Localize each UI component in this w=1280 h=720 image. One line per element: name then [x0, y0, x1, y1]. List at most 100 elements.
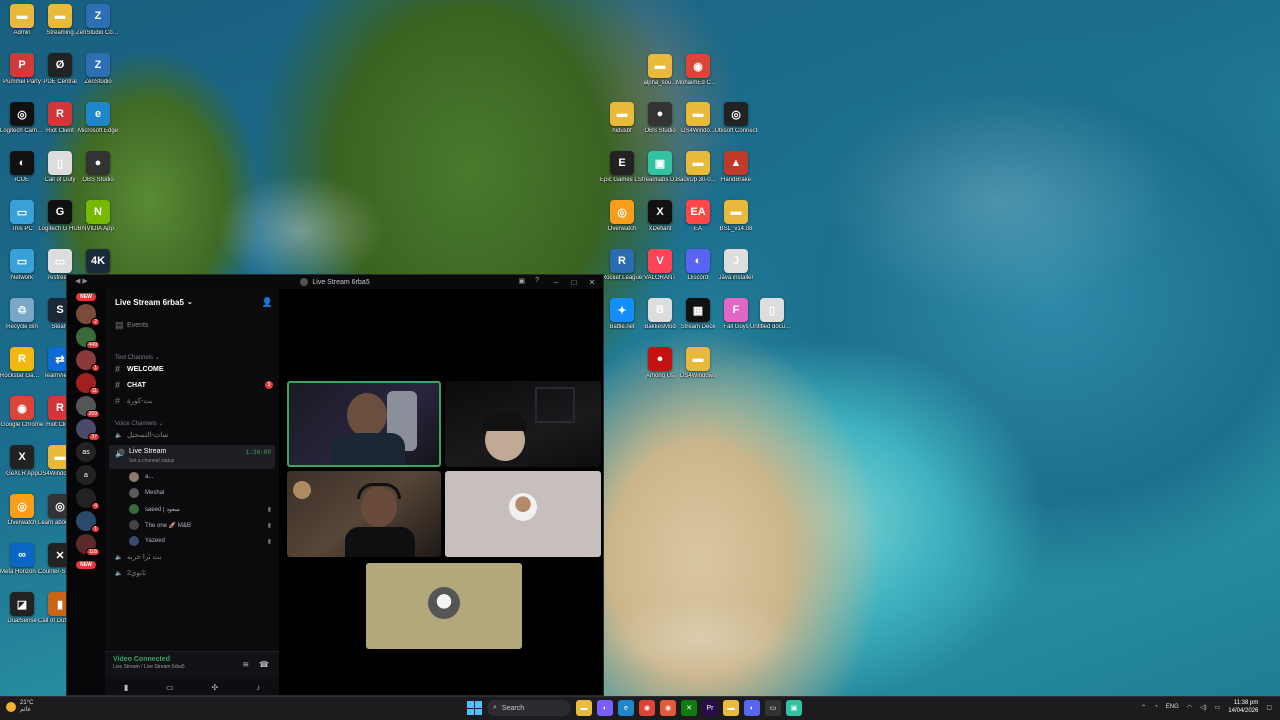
streamlabs-icon[interactable]: ▣: [786, 700, 802, 716]
voice-channels-category[interactable]: Voice Channels ⌄: [105, 413, 279, 427]
desktop-icon[interactable]: Z ZenStudio Config: [76, 4, 120, 37]
title-bar[interactable]: ◀ ▶ Live Stream 6rba5 ▣ ? – □ ✕: [67, 275, 603, 289]
server-icon[interactable]: 209: [76, 396, 100, 418]
minimize-button[interactable]: –: [547, 275, 565, 289]
premiere-icon[interactable]: Pr: [702, 700, 718, 716]
voice-channel[interactable]: 🔈 ثانوي2: [105, 565, 279, 581]
server-icon[interactable]: a: [76, 465, 96, 485]
disconnect-icon[interactable]: ☎: [259, 660, 269, 669]
desktop-icon[interactable]: ● OBS Studio: [76, 151, 120, 184]
text-channel[interactable]: # CHAT 1: [105, 377, 279, 393]
screen-share-icon[interactable]: ▭: [166, 683, 174, 692]
xbox-icon[interactable]: ✕: [681, 700, 697, 716]
voice-channel[interactable]: 🔈 شات-التسجيل: [105, 427, 279, 443]
member-name: saeed | سعود: [145, 506, 180, 513]
tile-streamer-1[interactable]: [287, 381, 441, 467]
desktop-icon-label: Fall Guys: [723, 324, 749, 330]
desktop-icon[interactable]: ▬ BSL_v14.08: [714, 200, 758, 233]
discord-window[interactable]: ◀ ▶ Live Stream 6rba5 ▣ ? – □ ✕ NEW 2 449 1…: [66, 274, 604, 696]
app-icon: ◪: [10, 592, 34, 616]
tile-streamer-3[interactable]: [287, 471, 441, 557]
voice-member[interactable]: saeed | سعود ▮: [105, 501, 279, 517]
app-icon: E: [610, 151, 634, 175]
soundboard-icon[interactable]: ♪: [256, 683, 260, 692]
desktop-icon[interactable]: Z ZenStudio: [76, 53, 120, 86]
chevron-up-icon[interactable]: ⌃: [1141, 704, 1146, 711]
noise-suppression-icon[interactable]: ≋: [242, 660, 249, 669]
desktop-icon[interactable]: ▯ Untitled document: [750, 298, 794, 331]
edge-icon[interactable]: e: [618, 700, 634, 716]
voice-channel-live-stream[interactable]: 🔊 Live Stream Set a channel status 1:36:…: [109, 445, 275, 469]
app-icon: ▬: [648, 54, 672, 78]
channel-name: ثانوي2: [127, 570, 147, 577]
avatar: [129, 536, 139, 546]
server-icon[interactable]: 449: [76, 327, 100, 349]
camera-icon[interactable]: ▮: [124, 683, 128, 692]
wifi-icon[interactable]: ◠: [1187, 704, 1192, 711]
desktop-icon-label: XDefiant: [648, 226, 672, 232]
voice-member[interactable]: Meshal: [105, 485, 279, 501]
desktop-icon[interactable]: ▬ DS4Windows: [676, 347, 720, 380]
chrome-icon[interactable]: ◉: [639, 700, 655, 716]
server-icon[interactable]: 37: [76, 419, 100, 441]
new-badge: NEW: [76, 293, 96, 301]
text-channel[interactable]: # بث-كورة: [105, 393, 279, 409]
server-icon[interactable]: 1: [76, 350, 100, 372]
maximize-button[interactable]: □: [565, 275, 583, 289]
voice-member[interactable]: The one 🚀 M&B ▮: [105, 517, 279, 533]
voice-member[interactable]: Yazeed ▮: [105, 533, 279, 549]
activities-icon[interactable]: ✣: [212, 683, 219, 692]
taskbar-search[interactable]: ⌕ Search: [487, 700, 571, 716]
tile-avatar-2[interactable]: [366, 563, 522, 649]
network-icon[interactable]: ◔: [1154, 704, 1158, 710]
tile-streamer-2[interactable]: [445, 381, 601, 467]
add-member-icon[interactable]: 👤: [262, 297, 273, 308]
voice-member[interactable]: a...: [105, 469, 279, 485]
app-icon: ◉: [686, 54, 710, 78]
voice-channel[interactable]: 🔈 بث ثرا خربه: [105, 549, 279, 565]
desktop-icon[interactable]: N NVIDIA App: [76, 200, 120, 233]
server-icon[interactable]: 2: [76, 304, 100, 326]
volume-icon[interactable]: ◁): [1200, 704, 1207, 711]
folder-icon[interactable]: ▬: [723, 700, 739, 716]
mention-badge: 1: [91, 525, 100, 533]
server-icon[interactable]: 118: [76, 534, 100, 556]
tile-avatar-1[interactable]: [445, 471, 601, 557]
start-button[interactable]: [466, 700, 482, 716]
back-icon[interactable]: ◀ ▶: [75, 277, 88, 285]
speaker-icon: 🔈: [115, 432, 123, 439]
app-icon: R: [610, 249, 634, 273]
close-button[interactable]: ✕: [583, 275, 601, 289]
server-icon[interactable]: as: [76, 442, 96, 462]
desktop-icon[interactable]: J Java installer: [714, 249, 758, 282]
app-icon: ♲: [10, 298, 34, 322]
chrome-profile-icon[interactable]: ◉: [660, 700, 676, 716]
events-item[interactable]: ▤ Events: [105, 317, 279, 333]
inbox-icon[interactable]: ▣: [518, 277, 525, 285]
server-header[interactable]: Live Stream 6rba5 ⌄ 👤: [105, 289, 279, 315]
language-indicator[interactable]: ENG: [1166, 704, 1179, 710]
battery-icon[interactable]: ▭: [1215, 704, 1221, 711]
app-icon: X: [648, 200, 672, 224]
desktop-icon-label: PDE Central: [43, 79, 77, 85]
weather-widget[interactable]: 21°C غائم: [6, 700, 33, 714]
clock[interactable]: 11:38 pm 14/04/2026: [1228, 699, 1258, 715]
discord-icon[interactable]: ◐: [744, 700, 760, 716]
help-icon[interactable]: ?: [535, 277, 539, 285]
copilot-icon[interactable]: ◐: [597, 700, 613, 716]
notifications-icon[interactable]: ▢: [1266, 704, 1272, 711]
desktop-icon[interactable]: ◎ Ubisoft Connect: [714, 102, 758, 135]
server-icon[interactable]: 11: [76, 373, 100, 395]
file-explorer-icon[interactable]: ▬: [576, 700, 592, 716]
mention-badge: 209: [85, 410, 100, 418]
desktop-icon[interactable]: ◉ MohaimEd Chrome: [676, 54, 720, 87]
terminal-icon[interactable]: ▭: [765, 700, 781, 716]
text-channels-category[interactable]: Text Channels ⌄: [105, 347, 279, 361]
server-icon[interactable]: 1: [76, 511, 100, 533]
desktop-icon[interactable]: e Microsoft Edge: [76, 102, 120, 135]
app-icon: N: [86, 200, 110, 224]
server-icon[interactable]: 4: [76, 488, 100, 510]
desktop-icon-label: Riot Client: [46, 128, 74, 134]
desktop-icon[interactable]: ▲ HandBrake: [714, 151, 758, 184]
text-channel[interactable]: # WELCOME: [105, 361, 279, 377]
